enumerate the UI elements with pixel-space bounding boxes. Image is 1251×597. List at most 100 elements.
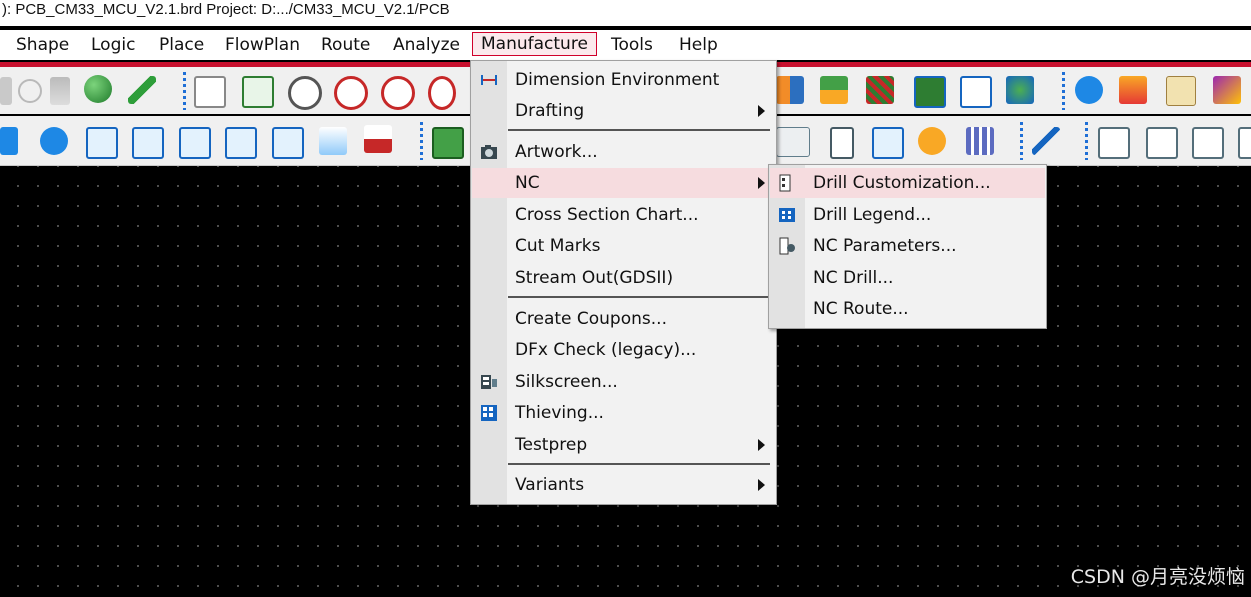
- board-icon[interactable]: [432, 127, 464, 159]
- menu-tools[interactable]: Tools: [611, 34, 653, 56]
- menu-item-drafting[interactable]: Drafting: [472, 96, 775, 126]
- manufacture-menu: Dimension Environment Drafting Artwork..…: [470, 60, 777, 505]
- menu-item-drill-customization[interactable]: Drill Customization...: [770, 168, 1045, 198]
- toolbar-separator: [1085, 122, 1088, 160]
- component-icon[interactable]: [776, 76, 804, 104]
- toolbar-separator: [1062, 72, 1065, 110]
- zoom-in-icon[interactable]: [381, 76, 415, 110]
- menu-logic[interactable]: Logic: [91, 34, 135, 56]
- archive-icon[interactable]: [1192, 127, 1224, 159]
- book-icon[interactable]: [1146, 127, 1178, 159]
- menu-item-cut-marks[interactable]: Cut Marks: [472, 231, 775, 261]
- rectangle-fill-icon[interactable]: [0, 127, 18, 155]
- submenu-arrow-icon: [758, 439, 765, 451]
- note-icon[interactable]: [1098, 127, 1130, 159]
- menu-item-create-coupons[interactable]: Create Coupons...: [472, 304, 775, 334]
- arc-icon[interactable]: [179, 127, 211, 159]
- route-icon[interactable]: [866, 76, 894, 104]
- menu-item-thieving[interactable]: Thieving...: [472, 398, 775, 428]
- menu-item-nc[interactable]: NC: [472, 168, 775, 198]
- fanout-icon[interactable]: [830, 127, 854, 159]
- placement-icon[interactable]: [820, 76, 848, 104]
- nc-submenu: Drill Customization... Drill Legend... N…: [768, 164, 1047, 329]
- menu-item-nc-route[interactable]: NC Route...: [770, 294, 1045, 324]
- menu-route[interactable]: Route: [321, 34, 370, 56]
- grid-green-icon[interactable]: [242, 76, 274, 108]
- undo-icon[interactable]: [0, 77, 12, 105]
- menu-item-label: Stream Out(GDSII): [515, 268, 674, 288]
- polygon-icon[interactable]: [132, 127, 164, 159]
- menu-item-variants[interactable]: Variants: [472, 470, 775, 500]
- window-title: ): PCB_CM33_MCU_V2.1.brd Project: D:.../…: [0, 0, 1251, 26]
- fem-icon[interactable]: [914, 76, 946, 108]
- menu-item-label: Create Coupons...: [515, 309, 667, 329]
- grid-icon[interactable]: [194, 76, 226, 108]
- more-icon[interactable]: [1238, 127, 1251, 159]
- redo-icon[interactable]: [18, 79, 42, 103]
- menu-item-label: Cross Section Chart...: [515, 205, 699, 225]
- wave-icon[interactable]: [1032, 127, 1060, 155]
- menu-flowplan[interactable]: FlowPlan: [225, 34, 300, 56]
- menu-item-silkscreen[interactable]: Silkscreen...: [472, 367, 775, 397]
- pushpin-icon[interactable]: [128, 76, 156, 104]
- menu-item-dimension-environment[interactable]: Dimension Environment: [472, 65, 775, 95]
- drill-legend-icon: [778, 206, 796, 224]
- down-arrow-icon[interactable]: [50, 77, 70, 105]
- menu-separator: [508, 129, 770, 131]
- menu-item-label: NC Drill...: [813, 268, 894, 288]
- drill-customization-icon: [778, 174, 796, 192]
- brush-icon[interactable]: [1213, 76, 1241, 104]
- measure-icon[interactable]: [1166, 76, 1196, 106]
- edit-shape-icon[interactable]: [319, 127, 347, 155]
- menu-item-artwork[interactable]: Artwork...: [472, 137, 775, 167]
- query-icon[interactable]: [1119, 76, 1147, 104]
- menu-shape[interactable]: Shape: [16, 34, 69, 56]
- menu-item-label: Drill Legend...: [813, 205, 932, 225]
- menu-item-label: Silkscreen...: [515, 372, 618, 392]
- zoom-fit-icon[interactable]: [288, 76, 322, 110]
- menu-item-label: NC: [515, 173, 540, 193]
- menu-item-label: Dimension Environment: [515, 70, 720, 90]
- dimension-icon: [480, 71, 498, 89]
- menu-item-label: Drafting: [515, 101, 585, 121]
- menu-place[interactable]: Place: [159, 34, 204, 56]
- submenu-arrow-icon: [758, 105, 765, 117]
- submenu-arrow-icon: [758, 479, 765, 491]
- zoom-window-icon[interactable]: [334, 76, 368, 110]
- menu-item-dfx-check[interactable]: DFx Check (legacy)...: [472, 335, 775, 365]
- dfa-icon[interactable]: [960, 76, 992, 108]
- menu-item-testprep[interactable]: Testprep: [472, 430, 775, 460]
- menu-item-label: DFx Check (legacy)...: [515, 340, 697, 360]
- menu-item-stream-out[interactable]: Stream Out(GDSII): [472, 263, 775, 293]
- zoom-out-icon[interactable]: [428, 76, 456, 110]
- menu-analyze[interactable]: Analyze: [393, 34, 460, 56]
- circle-fill-icon[interactable]: [40, 127, 68, 155]
- camera-icon: [480, 143, 498, 161]
- info-icon[interactable]: [1075, 76, 1103, 104]
- select-arrow-icon[interactable]: [86, 127, 118, 159]
- refdes-icon[interactable]: [776, 127, 810, 157]
- menu-manufacture[interactable]: Manufacture: [472, 32, 597, 56]
- menu-separator: [508, 463, 770, 465]
- menu-item-nc-drill[interactable]: NC Drill...: [770, 263, 1045, 293]
- silkscreen-icon: [480, 373, 498, 391]
- circle-icon[interactable]: [272, 127, 304, 159]
- menu-item-label: Testprep: [515, 435, 588, 455]
- rectangle-icon[interactable]: [225, 127, 257, 159]
- array-icon[interactable]: [872, 127, 904, 159]
- watermark: CSDN @月亮没烦恼: [1070, 566, 1245, 588]
- globe-icon[interactable]: [1006, 76, 1034, 104]
- menu-item-nc-parameters[interactable]: NC Parameters...: [770, 231, 1045, 261]
- toolbar-separator: [183, 72, 186, 110]
- menubar: Shape Logic Place FlowPlan Route Analyze…: [0, 30, 1251, 60]
- menu-item-label: NC Parameters...: [813, 236, 957, 256]
- testpoint-icon[interactable]: [918, 127, 946, 155]
- menu-item-label: Variants: [515, 475, 585, 495]
- pin-green-icon[interactable]: [84, 75, 112, 103]
- toolbar-separator: [420, 122, 423, 160]
- menu-help[interactable]: Help: [679, 34, 718, 56]
- matrix-icon[interactable]: [966, 127, 994, 155]
- menu-item-cross-section-chart[interactable]: Cross Section Chart...: [472, 200, 775, 230]
- delete-shape-icon[interactable]: [364, 125, 392, 153]
- menu-item-drill-legend[interactable]: Drill Legend...: [770, 200, 1045, 230]
